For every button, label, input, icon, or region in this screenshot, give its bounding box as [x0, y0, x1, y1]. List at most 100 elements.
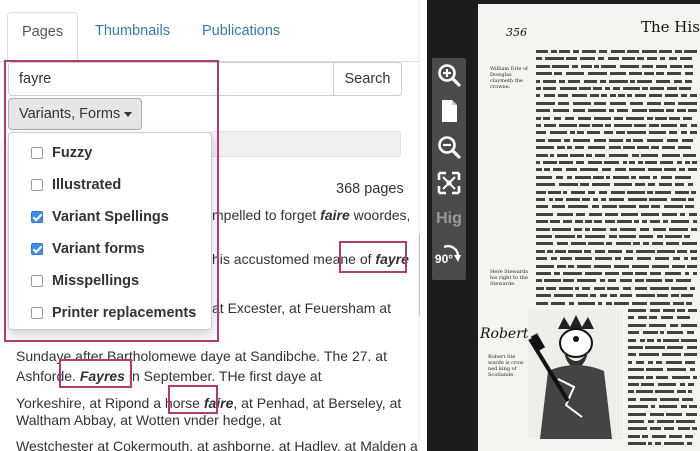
text-word [609, 109, 615, 113]
text-word [648, 94, 662, 98]
text-word [655, 390, 675, 394]
tab-thumbnails[interactable]: Thumbnails [81, 12, 184, 50]
text-word [543, 87, 556, 90]
text-word [592, 227, 607, 231]
text-word [574, 227, 582, 231]
text-word [575, 212, 586, 216]
text-word [637, 316, 648, 320]
scroll-thumb[interactable] [419, 232, 420, 317]
text-word [575, 220, 583, 224]
highlight-toggle[interactable]: Hig [434, 206, 464, 232]
text-word [588, 242, 604, 246]
text-word [536, 190, 547, 194]
zoom-out-icon[interactable] [436, 134, 462, 160]
text-word [650, 220, 660, 224]
text-word [601, 168, 612, 172]
text-word [688, 198, 695, 201]
text-word [648, 183, 656, 187]
document-page[interactable]: 356 The Hist William Erle of Dowglas cla… [478, 4, 700, 451]
text-word [619, 205, 636, 209]
text-word [671, 375, 690, 379]
text-word [669, 131, 678, 135]
zoom-in-icon[interactable] [436, 62, 462, 88]
text-word [572, 109, 585, 113]
page-icon[interactable] [436, 98, 462, 124]
tab-publications[interactable]: Publications [188, 12, 294, 50]
text-word [683, 153, 697, 157]
text-word [622, 87, 640, 90]
text-word [647, 338, 654, 342]
scrollbar[interactable] [418, 0, 420, 451]
text-word [688, 168, 697, 172]
text-word [666, 87, 678, 90]
text-word [628, 316, 635, 320]
text-word [574, 257, 592, 261]
text-word [684, 353, 697, 357]
text-word [564, 138, 570, 142]
text-word [679, 383, 685, 386]
text-word [556, 264, 566, 268]
text-word [565, 198, 580, 201]
text-word [601, 205, 617, 209]
result-snippet: at Excester, at Feuersham at [212, 300, 391, 316]
text-word [604, 124, 611, 127]
text-word [648, 131, 666, 135]
text-word [614, 264, 630, 268]
search-button[interactable]: Search [333, 62, 402, 96]
text-word [608, 57, 620, 61]
text-word [594, 153, 606, 157]
text-word [571, 242, 586, 246]
text-word [544, 168, 551, 172]
text-word [674, 50, 682, 53]
text-word [585, 272, 603, 275]
text-word [610, 94, 616, 98]
text-word [680, 131, 687, 135]
text-word [569, 131, 576, 135]
text-word [683, 50, 697, 53]
text-word [563, 190, 568, 194]
text-word [669, 227, 688, 231]
text-word [676, 109, 686, 113]
text-word [647, 360, 654, 364]
text-word [687, 109, 697, 113]
text-word [608, 198, 625, 201]
text-word [676, 279, 691, 283]
text-word [633, 124, 647, 127]
text-word [593, 64, 599, 68]
text-word [607, 279, 617, 283]
text-word [650, 301, 670, 305]
text-word [680, 405, 687, 409]
text-word [649, 323, 667, 327]
text-word [671, 264, 685, 268]
text-word [606, 175, 611, 179]
text-word [559, 50, 571, 53]
text-word [628, 375, 644, 379]
text-word [657, 249, 675, 253]
text-word [676, 316, 690, 320]
text-word [586, 153, 592, 157]
text-word [582, 50, 596, 53]
text-word [619, 279, 633, 283]
text-word [536, 301, 549, 305]
text-word [692, 161, 697, 164]
text-word [666, 412, 683, 416]
tab-pages[interactable]: Pages [7, 12, 79, 63]
text-word [573, 101, 592, 105]
text-word [559, 257, 572, 261]
text-word [593, 220, 603, 224]
text-word [661, 124, 677, 127]
fullscreen-icon[interactable] [436, 170, 462, 196]
text-word [635, 294, 656, 298]
search-panel: Pages Thumbnails Publications fayre Sear… [0, 0, 420, 451]
text-word [614, 301, 630, 305]
text-word [652, 264, 670, 268]
text-word [651, 205, 661, 209]
text-word [667, 138, 679, 142]
text-word [628, 442, 646, 446]
text-word [593, 87, 602, 90]
filter-bar[interactable] [209, 131, 401, 157]
text-word [646, 368, 664, 372]
text-word [641, 220, 648, 224]
text-word [608, 153, 629, 157]
text-word [574, 146, 585, 150]
